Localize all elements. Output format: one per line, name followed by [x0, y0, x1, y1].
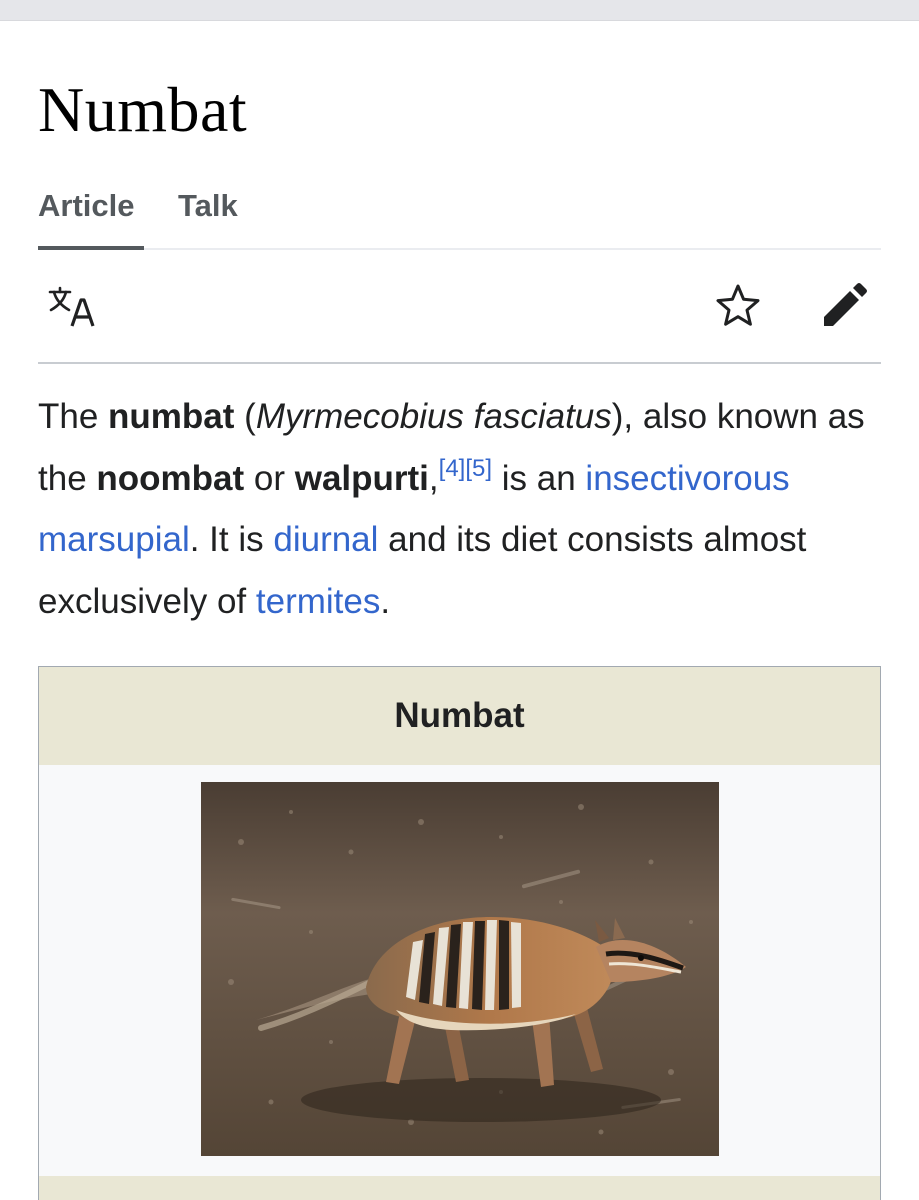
bold-term-numbat: numbat	[108, 397, 235, 436]
tab-article[interactable]: Article	[38, 188, 134, 224]
language-button[interactable]	[42, 276, 102, 336]
lead-text: The	[38, 397, 109, 436]
page-tabs: Article Talk	[38, 180, 881, 250]
link-diurnal[interactable]: diurnal	[273, 520, 378, 559]
edit-button[interactable]	[814, 276, 874, 336]
numbat-photo	[201, 782, 719, 1156]
lead-text: is an	[492, 458, 586, 498]
infobox-image-numbat[interactable]	[201, 782, 719, 1156]
bold-term-noombat: noombat	[96, 458, 245, 498]
lead-text: or	[244, 458, 295, 498]
translate-icon	[48, 286, 95, 327]
star-outline-icon	[716, 284, 760, 326]
lead-paragraph: The numbat (Myrmecobius fasciatus), also…	[38, 386, 883, 632]
page-actions-toolbar	[38, 250, 881, 364]
pencil-icon	[824, 283, 867, 326]
link-termites[interactable]: termites	[256, 582, 380, 621]
infobox: Numbat	[38, 666, 881, 1200]
scientific-name: Myrmecobius fasciatus	[255, 397, 612, 436]
watch-button[interactable]	[708, 276, 768, 336]
infobox-title: Numbat	[39, 667, 880, 765]
browser-top-bar	[0, 0, 919, 21]
lead-text: (	[234, 397, 256, 436]
page-title: Numbat	[38, 74, 248, 145]
lead-text: ,	[428, 458, 439, 498]
lead-text: . It is	[189, 520, 274, 559]
reference-link-4[interactable]: [4]	[439, 455, 466, 482]
bold-term-walpurti: walpurti	[294, 458, 429, 498]
lead-text: .	[380, 581, 391, 621]
infobox-section-header	[39, 1176, 880, 1200]
tab-talk[interactable]: Talk	[178, 188, 238, 224]
reference-link-5[interactable]: [5]	[465, 455, 492, 482]
